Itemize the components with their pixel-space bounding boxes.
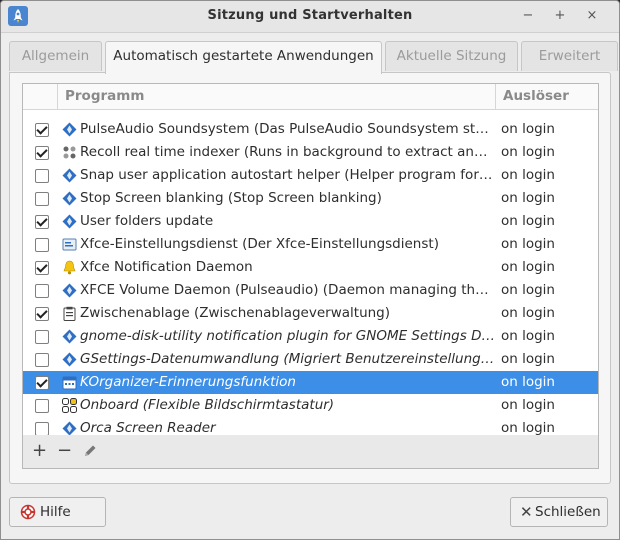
tab-autostart-applications[interactable]: Automatisch gestartete Anwendungen	[105, 41, 382, 74]
edit-button[interactable]	[77, 439, 102, 463]
enable-checkbox[interactable]	[35, 284, 49, 298]
trigger-value[interactable]: on login	[501, 371, 555, 394]
tab-general[interactable]: Allgemein	[9, 41, 102, 71]
header-separator	[57, 84, 58, 109]
help-button-label: Hilfe	[40, 504, 71, 520]
xfce-diamond-icon	[62, 168, 77, 183]
trigger-value[interactable]: on login	[501, 187, 555, 210]
enable-checkbox[interactable]	[35, 376, 49, 390]
session-startup-window: Sitzung und Startverhalten − + × Allgeme…	[0, 0, 620, 540]
trigger-value[interactable]: on login	[501, 302, 555, 325]
add-button[interactable]: +	[27, 439, 52, 463]
list-item[interactable]: XFCE Volume Daemon (Pulseaudio) (Daemon …	[23, 279, 598, 302]
trigger-value[interactable]: on login	[501, 348, 555, 371]
program-name: Onboard (Flexible Bildschirmtastatur)	[80, 397, 335, 413]
remove-button[interactable]: −	[52, 439, 77, 463]
keyboard-icon	[62, 398, 77, 413]
title-bar[interactable]: Sitzung und Startverhalten − + ×	[1, 1, 619, 33]
minimize-button[interactable]: −	[519, 7, 537, 25]
list-item[interactable]: User folders update on login	[23, 210, 598, 233]
xfce-diamond-icon	[62, 352, 77, 367]
list-item[interactable]: Xfce-Einstellungsdienst (Der Xfce-Einste…	[23, 233, 598, 256]
enable-checkbox[interactable]	[35, 215, 49, 229]
enable-checkbox[interactable]	[35, 123, 49, 137]
list-item[interactable]: Snap user application autostart helper (…	[23, 164, 598, 187]
trigger-value[interactable]: on login	[501, 118, 555, 141]
pencil-icon	[84, 445, 95, 456]
list-item[interactable]: KOrganizer-Erinnerungsfunktion on login	[23, 371, 598, 394]
trigger-value[interactable]: on login	[501, 394, 555, 417]
autostart-panel: Programm Auslöser PulseAudio Soundsystem…	[9, 72, 611, 484]
list-item[interactable]: PulseAudio Soundsystem (Das PulseAudio S…	[23, 118, 598, 141]
close-window-button[interactable]: ×	[583, 7, 601, 25]
trigger-value[interactable]: on login	[501, 233, 555, 256]
enable-checkbox[interactable]	[35, 330, 49, 344]
program-name: XFCE Volume Daemon (Pulseaudio) (Daemon …	[80, 282, 495, 298]
maximize-button[interactable]: +	[551, 7, 569, 25]
autostart-list[interactable]: Programm Auslöser PulseAudio Soundsystem…	[22, 83, 599, 437]
trigger-value[interactable]: on login	[501, 164, 555, 187]
tab-current-session[interactable]: Aktuelle Sitzung	[385, 41, 518, 71]
list-item[interactable]: Orca Screen Reader on login	[23, 417, 598, 436]
enable-checkbox[interactable]	[35, 399, 49, 413]
trigger-value[interactable]: on login	[501, 256, 555, 279]
calendar-icon	[62, 375, 77, 390]
trigger-value[interactable]: on login	[501, 141, 555, 164]
list-header: Programm Auslöser	[23, 84, 598, 110]
recoll-icon	[62, 145, 77, 160]
program-name: Xfce-Einstellungsdienst (Der Xfce-Einste…	[80, 236, 439, 252]
program-name: User folders update	[80, 213, 214, 229]
trigger-value[interactable]: on login	[501, 417, 555, 436]
program-name: Stop Screen blanking (Stop Screen blanki…	[80, 190, 382, 206]
column-header-trigger[interactable]: Auslöser	[503, 84, 569, 109]
list-item[interactable]: Recoll real time indexer (Runs in backgr…	[23, 141, 598, 164]
enable-checkbox[interactable]	[35, 353, 49, 367]
bell-icon	[62, 260, 77, 275]
close-button-label: Schließen	[535, 504, 601, 520]
enable-checkbox[interactable]	[35, 307, 49, 321]
list-item[interactable]: gnome-disk-utility notification plugin f…	[23, 325, 598, 348]
close-icon: ✕	[520, 503, 533, 521]
list-item[interactable]: Xfce Notification Daemon on login	[23, 256, 598, 279]
enable-checkbox[interactable]	[35, 422, 49, 436]
program-name: Zwischenablage (Zwischenablageverwaltung…	[80, 305, 391, 321]
program-name: GSettings-Datenumwandlung (Migriert Benu…	[80, 351, 495, 367]
enable-checkbox[interactable]	[35, 192, 49, 206]
program-name: KOrganizer-Erinnerungsfunktion	[80, 374, 296, 390]
settings-daemon-icon	[62, 237, 77, 252]
list-item[interactable]: Zwischenablage (Zwischenablageverwaltung…	[23, 302, 598, 325]
list-item[interactable]: Onboard (Flexible Bildschirmtastatur) on …	[23, 394, 598, 417]
program-name: Recoll real time indexer (Runs in backgr…	[80, 144, 495, 160]
xfce-diamond-icon	[62, 214, 77, 229]
trigger-value[interactable]: on login	[501, 279, 555, 302]
column-header-program[interactable]: Programm	[65, 84, 144, 109]
lifebuoy-icon	[20, 504, 36, 520]
tab-advanced[interactable]: Erweitert	[521, 41, 618, 71]
close-button[interactable]: ✕ Schließen	[510, 497, 608, 527]
enable-checkbox[interactable]	[35, 238, 49, 252]
program-name: Xfce Notification Daemon	[80, 259, 253, 275]
enable-checkbox[interactable]	[35, 261, 49, 275]
enable-checkbox[interactable]	[35, 169, 49, 183]
header-separator	[495, 84, 496, 109]
program-name: PulseAudio Soundsystem (Das PulseAudio S…	[80, 121, 495, 137]
xfce-diamond-icon	[62, 122, 77, 137]
program-name: Orca Screen Reader	[80, 420, 216, 436]
list-toolbar: + −	[22, 435, 599, 469]
clipboard-icon	[62, 306, 77, 321]
help-button[interactable]: Hilfe	[9, 497, 106, 527]
trigger-value[interactable]: on login	[501, 210, 555, 233]
list-item[interactable]: Stop Screen blanking (Stop Screen blanki…	[23, 187, 598, 210]
program-name: Snap user application autostart helper (…	[80, 167, 495, 183]
enable-checkbox[interactable]	[35, 146, 49, 160]
xfce-diamond-icon	[62, 191, 77, 206]
list-item[interactable]: GSettings-Datenumwandlung (Migriert Benu…	[23, 348, 598, 371]
xfce-diamond-icon	[62, 421, 77, 436]
xfce-diamond-icon	[62, 329, 77, 344]
xfce-diamond-icon	[62, 283, 77, 298]
program-name: gnome-disk-utility notification plugin f…	[80, 328, 495, 344]
trigger-value[interactable]: on login	[501, 325, 555, 348]
